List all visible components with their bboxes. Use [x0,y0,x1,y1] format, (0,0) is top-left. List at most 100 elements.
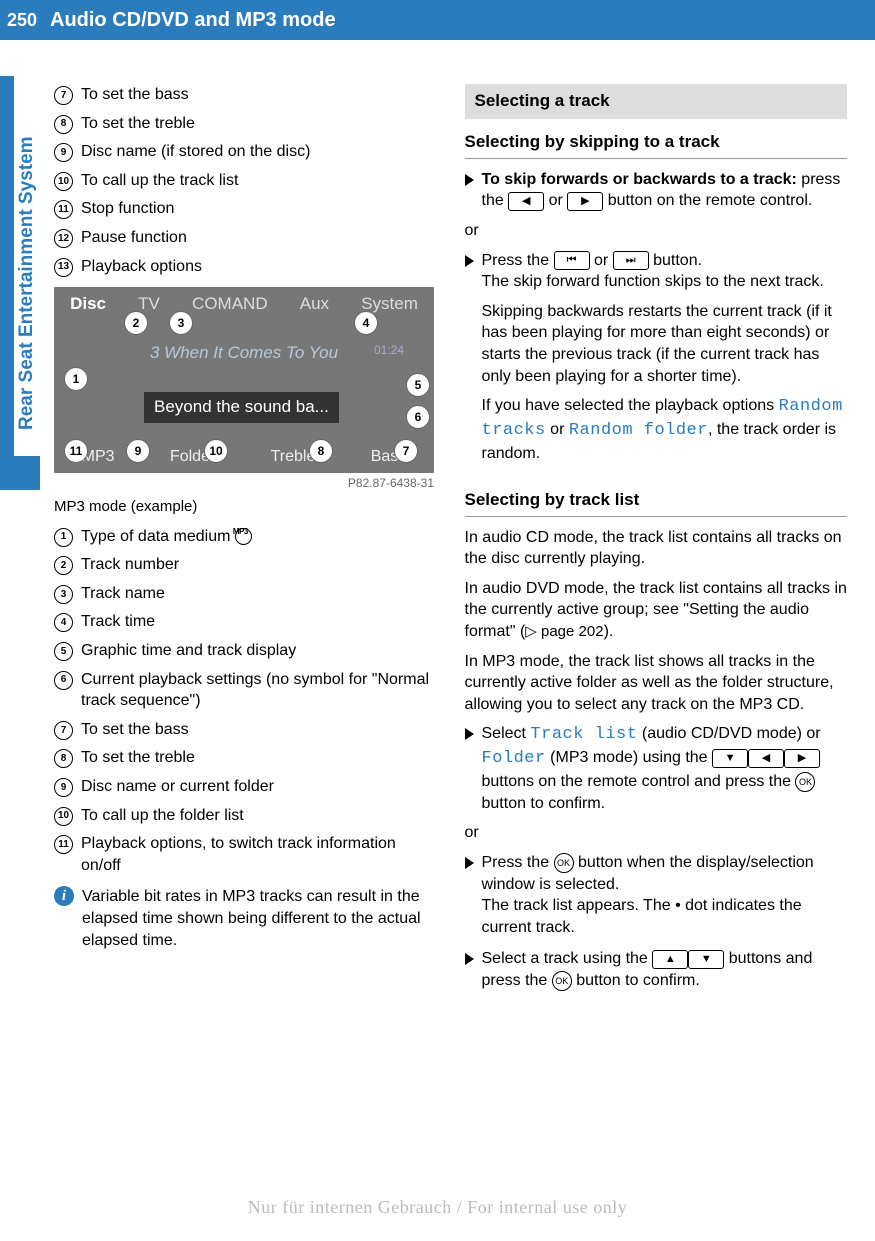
list-item-text: Current playback settings (no symbol for… [81,669,437,712]
callout-number-icon: 7 [54,721,73,740]
list-item-text: Playback options [81,256,202,278]
list-item-text: To call up the folder list [81,805,244,827]
step-bold-text: To skip forwards or backwards to a track… [482,171,797,188]
callout-number-icon: 11 [54,835,73,854]
callout-list-top: 7To set the bass 8 To set the treble 9Disc … [54,84,437,277]
list-item: 12Pause function [54,227,437,249]
info-text: Variable bit rates in MP3 tracks can res… [82,886,437,951]
info-note: i Variable bit rates in MP3 tracks can r… [54,886,437,951]
side-accent-bar [0,76,14,456]
list-item-text: Disc name or current folder [81,776,274,798]
t: In audio DVD mode, the track list contai… [465,580,847,640]
callout-number-icon: 1 [54,528,73,547]
t: Select [482,725,531,742]
info-icon: i [54,886,74,906]
ok-button-icon: OK [552,971,572,991]
paragraph: In audio DVD mode, the track list contai… [465,578,848,643]
step-bullet-icon [465,728,474,740]
subheading-tracklist: Selecting by track list [465,489,848,517]
down-key-icon: ▼ [688,950,724,969]
callout-number-icon: 13 [54,258,73,277]
t: or [544,192,567,209]
callout-number-icon: 8 [54,115,73,134]
t: Press the [482,854,554,871]
list-item-text: Track time [81,611,155,633]
paragraph: In audio CD mode, the track list contain… [465,527,848,570]
t: buttons on the remote control and press … [482,773,796,790]
figure-bottom-menu: MP3FolderTrebleBass [54,446,434,468]
side-accent-block [0,456,40,490]
t: button to confirm. [482,795,606,812]
up-key-icon: ▲ [652,950,688,969]
page-reference: ▷ page 202 [525,623,603,640]
list-item: 5Graphic time and track display [54,640,437,662]
figure-callout-2: 2 [124,311,148,335]
figure-callout-4: 4 [354,311,378,335]
skip-forward-key-icon: ⏭ [613,251,649,270]
left-column: 7To set the bass8To set the treble9Disc … [54,84,437,1000]
t: or [546,421,569,438]
figure-callout-8: 8 [309,439,333,463]
callout-number-icon: 7 [54,86,73,105]
callout-number-icon: 8 [54,749,73,768]
figure-callout-6: 6 [406,405,430,429]
callout-number-icon: 2 [54,556,73,575]
list-item: 10To call up the folder list [54,805,437,827]
figure-beyond-text: Beyond the sound ba... [144,392,339,423]
callout-number-icon: 9 [54,778,73,797]
step-skip-track: Press the ⏮ or ⏭ button. The skip forwar… [465,250,848,473]
right-column: Selecting a track Selecting by skipping … [465,84,848,1000]
list-item: 8 To set the treble [54,747,437,769]
example-figure: DiscTVCOMANDAuxSystem 3 When It Comes To… [54,287,434,491]
figure-screenshot: DiscTVCOMANDAuxSystem 3 When It Comes To… [54,287,434,473]
step-select-tracklist: Select Track list (audio CD/DVD mode) or… [465,723,848,814]
or-text: or [465,822,848,844]
callout-number-icon: 12 [54,229,73,248]
step-bullet-icon [465,953,474,965]
down-key-icon: ▼ [712,749,748,768]
figure-top-menu: DiscTVCOMANDAuxSystem [54,293,434,316]
left-arrow-key-icon: ◀ [508,192,544,211]
list-item: 7 To set the bass [54,719,437,741]
list-item-text: Playback options, to switch track inform… [81,833,437,876]
figure-reference: P82.87-6438-31 [54,475,434,491]
list-item: 2Track number [54,554,437,576]
list-item-text: To set the bass [81,719,189,741]
t: Select a track using the [482,950,653,967]
right-arrow-key-icon: ▶ [567,192,603,211]
menu-option-folder: Folder [482,749,546,768]
list-item-text: To call up the track list [81,170,238,192]
list-item: 7To set the bass [54,84,437,106]
figure-caption: MP3 mode (example) [54,497,437,517]
list-item-text: Graphic time and track display [81,640,296,662]
callout-list-bottom: 1Type of data medium 2Track number3Track… [54,526,437,877]
t: button to confirm. [572,972,700,989]
callout-number-icon: 3 [54,585,73,604]
list-item-text: To set the treble [81,113,195,135]
t: button. [649,252,702,269]
step-skip-direction: To skip forwards or backwards to a track… [465,169,848,212]
list-item: 9Disc name (if stored on the disc) [54,141,437,163]
or-text: or [465,220,848,242]
figure-menu-item: COMAND [192,293,268,316]
step-bullet-icon [465,857,474,869]
list-item: 1 Type of data medium [54,526,437,548]
figure-menu-item: Aux [300,293,329,316]
step-text: If you have selected the playback option… [482,395,848,464]
callout-number-icon: 4 [54,613,73,632]
list-item-text: To set the treble [81,747,195,769]
list-item: 3Track name [54,583,437,605]
list-item-text: Stop function [81,198,174,220]
t: ). [604,623,614,640]
list-item-text: Type of data medium [81,526,252,548]
list-item: 4 Track time [54,611,437,633]
callout-number-icon: 10 [54,172,73,191]
list-item: 10 To call up the track list [54,170,437,192]
step-text: Skipping backwards restarts the current … [482,301,848,387]
list-item: 11 Stop function [54,198,437,220]
watermark-text: Nur für internen Gebrauch / For internal… [0,1195,875,1219]
callout-number-icon: 11 [54,200,73,219]
mp3-disc-icon [235,528,252,545]
list-item: 8 To set the treble [54,113,437,135]
figure-callout-5: 5 [406,373,430,397]
